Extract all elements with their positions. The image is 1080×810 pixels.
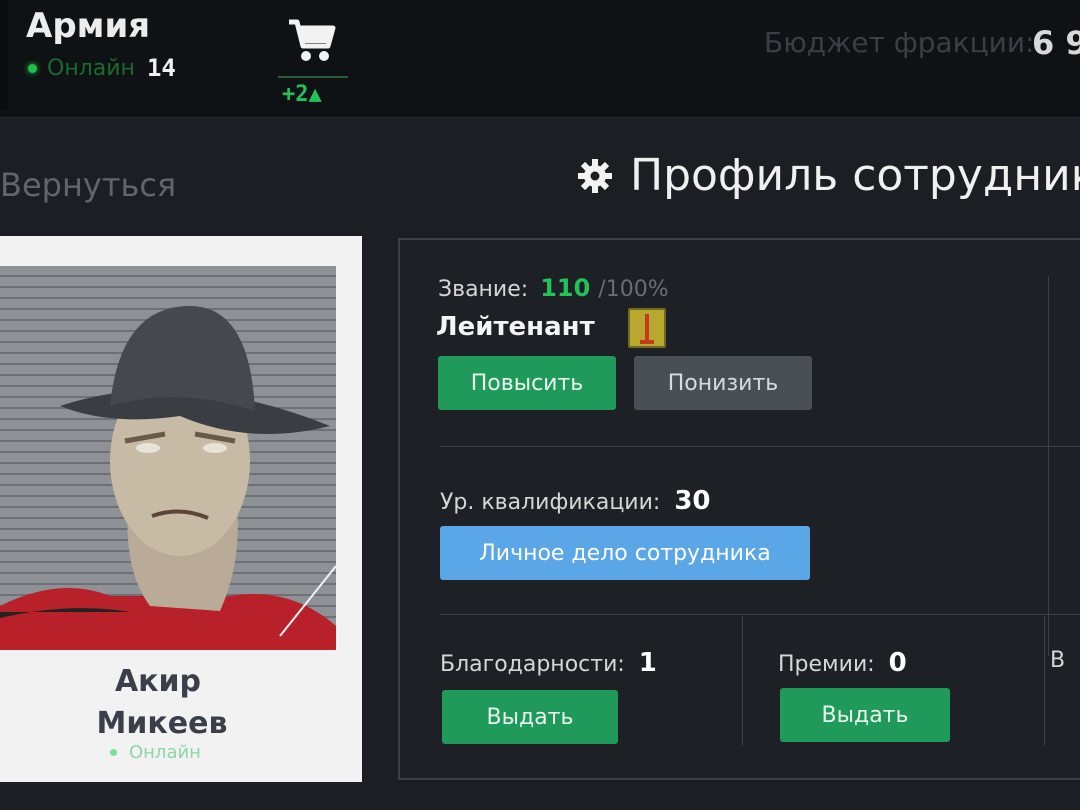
top-bar: Армия Онлайн 14 +2▲ Бюджет фракции: 6 9	[0, 0, 1080, 118]
left-accent	[0, 0, 8, 110]
divider	[440, 446, 1080, 447]
online-dot-icon	[28, 63, 37, 73]
rank-progress-value: 110	[540, 274, 591, 302]
online-count: 14	[146, 54, 176, 82]
issue-premium-button[interactable]: Выдать	[780, 688, 950, 742]
premiums-value: 0	[888, 648, 907, 678]
back-link[interactable]: Вернуться	[0, 166, 176, 204]
employee-photo	[0, 266, 336, 650]
divider	[1044, 616, 1045, 746]
premiums-label: Премии:	[778, 652, 875, 677]
budget-value: 6 9	[1032, 24, 1080, 62]
qualification-level: Ур. квалификации: 30	[440, 486, 711, 516]
employee-details-panel: Звание: 110 /100% Лейтенант Повысить Пон…	[398, 238, 1080, 780]
issue-gratitude-button[interactable]: Выдать	[442, 690, 618, 744]
budget-label: Бюджет фракции:	[764, 26, 1035, 59]
employee-first-name: Акир	[114, 664, 202, 699]
online-label: Онлайн	[47, 55, 135, 81]
gratitude-label: Благодарности:	[440, 652, 625, 677]
extra-section: В	[1050, 648, 1065, 673]
cart-badge: +2▲	[282, 82, 322, 107]
divider	[742, 616, 743, 746]
qualification-label: Ур. квалификации:	[440, 490, 661, 515]
employee-portrait-image	[0, 306, 336, 650]
demote-button[interactable]: Понизить	[634, 356, 812, 410]
promote-button[interactable]: Повысить	[438, 356, 616, 410]
rank-insignia-icon	[628, 308, 666, 348]
divider	[1048, 276, 1049, 656]
employee-card: Акир Микеев Онлайн	[0, 236, 362, 782]
rank-progress: Звание: 110 /100%	[438, 274, 669, 302]
cart-icon	[289, 19, 336, 61]
premiums-count: Премии: 0	[778, 648, 907, 678]
gear-icon	[578, 158, 612, 193]
qualification-value: 30	[674, 486, 711, 516]
employee-online-status: Онлайн	[110, 742, 201, 763]
employee-status-label: Онлайн	[129, 742, 201, 763]
extra-label: В	[1050, 648, 1066, 673]
rank-progress-max: /100%	[598, 277, 669, 302]
gratitude-value: 1	[638, 648, 657, 678]
cart-separator	[278, 76, 348, 78]
online-dot-icon	[110, 749, 117, 756]
rank-label: Звание:	[438, 277, 529, 302]
cart-button[interactable]: +2▲	[278, 10, 348, 107]
page-title: Профиль сотрудника	[630, 150, 1080, 201]
faction-online-status: Онлайн 14	[28, 54, 176, 82]
rank-name: Лейтенант	[436, 312, 595, 342]
gratitude-count: Благодарности: 1	[440, 648, 657, 678]
divider	[440, 614, 1080, 615]
dossier-button[interactable]: Личное дело сотрудника	[440, 526, 810, 580]
faction-name: Армия	[26, 6, 151, 46]
employee-last-name: Микеев	[96, 706, 228, 741]
page-header: Профиль сотрудника	[576, 150, 1080, 201]
